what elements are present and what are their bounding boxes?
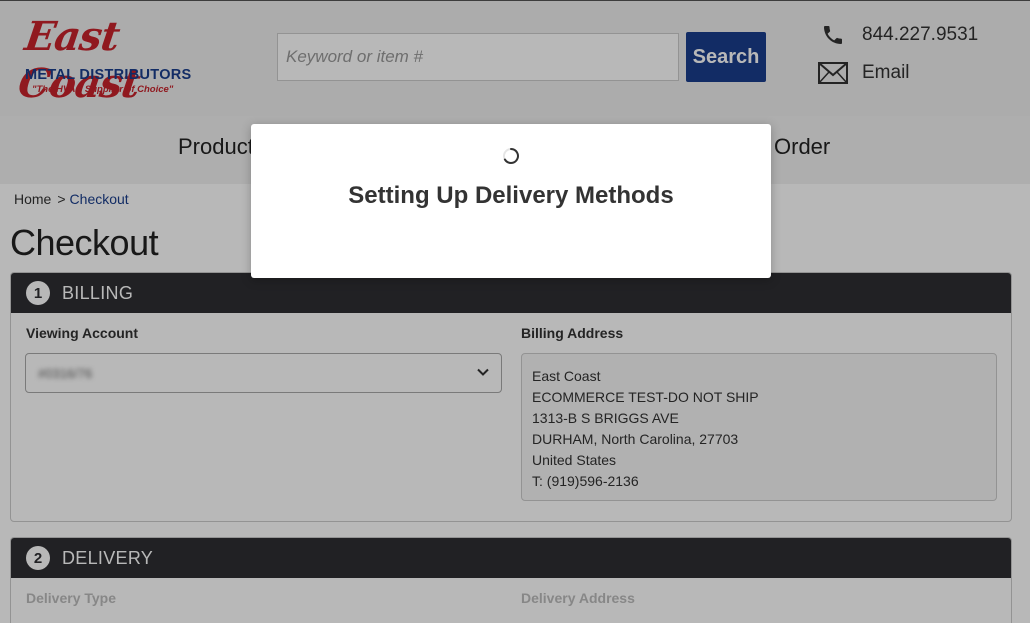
loading-spinner-icon (503, 148, 519, 164)
modal-overlay (0, 0, 1030, 623)
loading-message: Setting Up Delivery Methods (348, 182, 674, 209)
loading-modal: Setting Up Delivery Methods (251, 124, 771, 278)
